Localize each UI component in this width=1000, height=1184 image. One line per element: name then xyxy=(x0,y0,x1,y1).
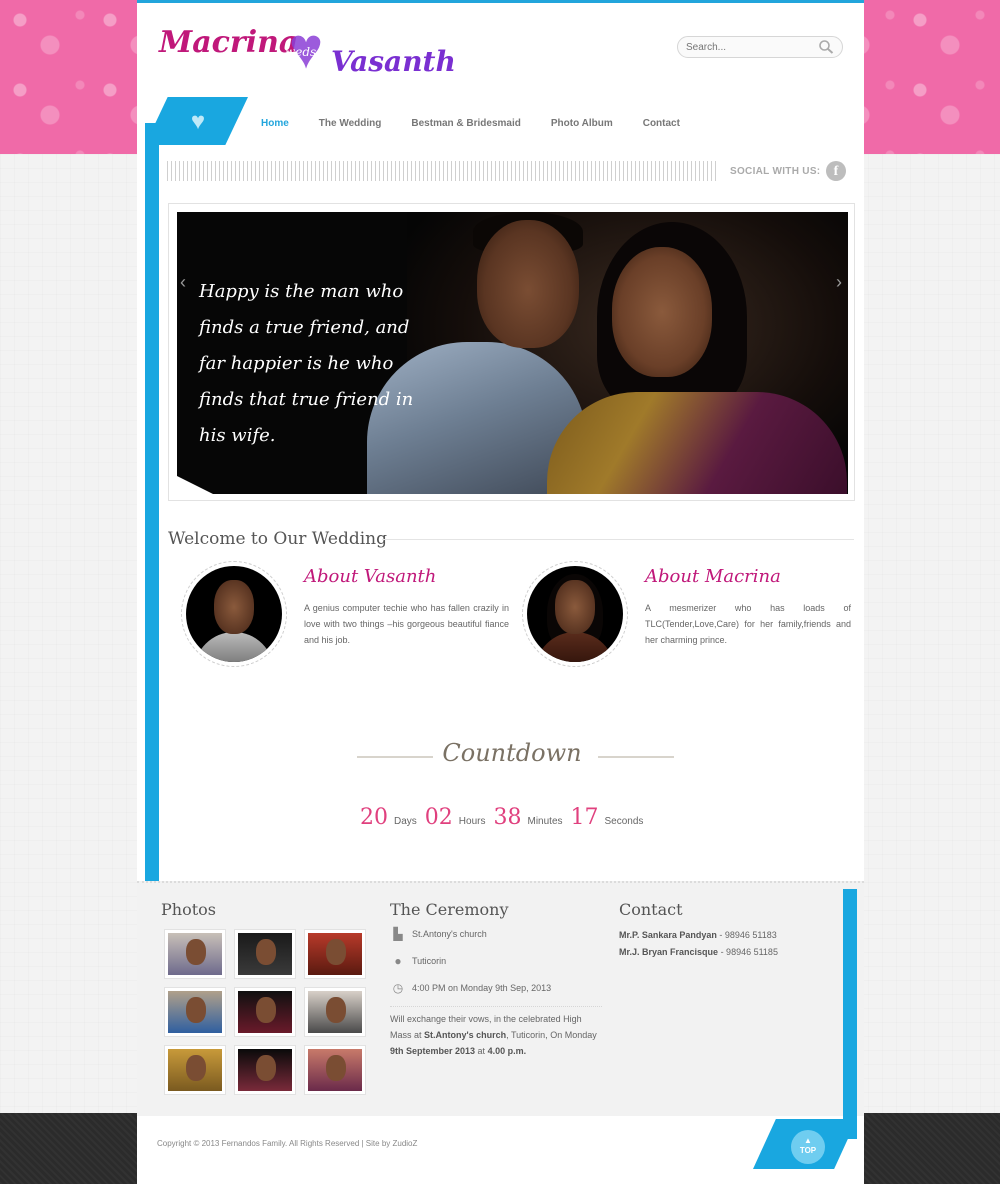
ceremony-description: Will exchange their vows, in the celebra… xyxy=(390,1014,597,1056)
photo-thumbnail[interactable] xyxy=(164,929,226,979)
hero-slider: Happy is the man who finds a true friend… xyxy=(168,203,855,501)
photo-thumbnail[interactable] xyxy=(234,1045,296,1095)
photo-thumbnail[interactable] xyxy=(164,987,226,1037)
contact-line: Mr.P. Sankara Pandyan - 98946 51183 xyxy=(619,930,777,940)
about-macrina-heading: About Macrina xyxy=(645,566,781,587)
location-pin-icon: ● xyxy=(394,954,402,968)
slider-next-arrow-icon[interactable]: › xyxy=(832,273,846,291)
avatar-vasanth xyxy=(181,561,287,667)
decorative-stripes xyxy=(167,161,719,181)
search-box xyxy=(677,36,843,58)
countdown-title: Countdown xyxy=(442,739,582,767)
blue-accent-strip xyxy=(145,123,159,881)
countdown-seconds: 17 xyxy=(570,805,599,830)
search-icon[interactable] xyxy=(818,39,834,55)
slide-quote: Happy is the man who finds a true friend… xyxy=(199,281,414,446)
slider-prev-arrow-icon[interactable]: ‹ xyxy=(176,273,190,291)
ceremony-time: ◷ 4:00 PM on Monday 9th Sep, 2013 xyxy=(390,981,551,995)
main-nav: Home The Wedding Bestman & Bridesmaid Ph… xyxy=(261,117,710,133)
chevron-up-icon: ▲ xyxy=(804,1136,812,1145)
countdown-timer: 20 Days 02 Hours 38 Minutes 17 Seconds xyxy=(360,805,651,830)
clock-icon: ◷ xyxy=(392,981,404,995)
photo-thumbnail[interactable] xyxy=(304,987,366,1037)
photo-thumbnails xyxy=(164,929,370,1095)
ceremony-title: The Ceremony xyxy=(390,900,509,919)
photo-thumbnail[interactable] xyxy=(164,1045,226,1095)
ceremony-place: ▙ St.Antony's church xyxy=(390,927,486,941)
countdown-seconds-label: Seconds xyxy=(604,816,644,827)
search-input[interactable] xyxy=(686,39,811,55)
slide-couple-photo: Happy is the man who finds a true friend… xyxy=(177,212,848,494)
about-vasanth-heading: About Vasanth xyxy=(304,566,437,587)
divider xyxy=(357,756,433,758)
countdown-days-label: Days xyxy=(394,816,417,827)
photo-thumbnail[interactable] xyxy=(304,929,366,979)
nav-item-the-wedding[interactable]: The Wedding xyxy=(319,117,382,133)
blue-accent-strip xyxy=(843,889,857,1139)
nav-item-contact[interactable]: Contact xyxy=(643,117,680,133)
countdown-days: 20 xyxy=(360,805,388,830)
logo-weds: weds xyxy=(285,45,317,59)
divider xyxy=(390,1006,602,1007)
countdown-hours: 02 xyxy=(424,805,453,830)
about-vasanth-text: A genius computer techie who has fallen … xyxy=(304,603,509,645)
about-macrina-text: A mesmerizer who has loads of TLC(Tender… xyxy=(645,603,851,645)
back-to-top-button[interactable]: ▲ TOP xyxy=(791,1130,825,1164)
countdown-minutes: 38 xyxy=(493,805,522,830)
nav-item-bestman-bridesmaid[interactable]: Bestman & Bridesmaid xyxy=(411,117,520,133)
site-logo[interactable]: Macrina ♥ weds Vasanth xyxy=(159,20,456,83)
contact-line: Mr.J. Bryan Francisque - 98946 51185 xyxy=(619,947,778,957)
avatar-macrina xyxy=(522,561,628,667)
hearts-icon: ♥ xyxy=(190,108,206,135)
contact-title: Contact xyxy=(619,900,683,919)
countdown-minutes-label: Minutes xyxy=(527,816,563,827)
photo-thumbnail[interactable] xyxy=(234,987,296,1037)
nav-item-photo-album[interactable]: Photo Album xyxy=(551,117,613,133)
facebook-icon[interactable]: f xyxy=(826,161,846,181)
photo-thumbnail[interactable] xyxy=(234,929,296,979)
photos-title: Photos xyxy=(161,900,216,919)
nav-item-home[interactable]: Home xyxy=(261,117,289,133)
ceremony-city: ● Tuticorin xyxy=(390,954,446,968)
welcome-title: Welcome to Our Wedding xyxy=(168,529,387,549)
copyright-text: Copyright © 2013 Fernandos Family. All R… xyxy=(157,1139,418,1148)
logo-name-vasanth: Vasanth xyxy=(331,45,456,78)
divider xyxy=(382,539,854,540)
page-container: ♥ Macrina ♥ weds Vasanth Home The Weddin… xyxy=(137,0,864,1184)
social-label: SOCIAL WITH US: xyxy=(730,166,821,177)
photo-thumbnail[interactable] xyxy=(304,1045,366,1095)
countdown-hours-label: Hours xyxy=(458,816,486,827)
divider xyxy=(598,756,674,758)
church-icon: ▙ xyxy=(393,927,403,941)
